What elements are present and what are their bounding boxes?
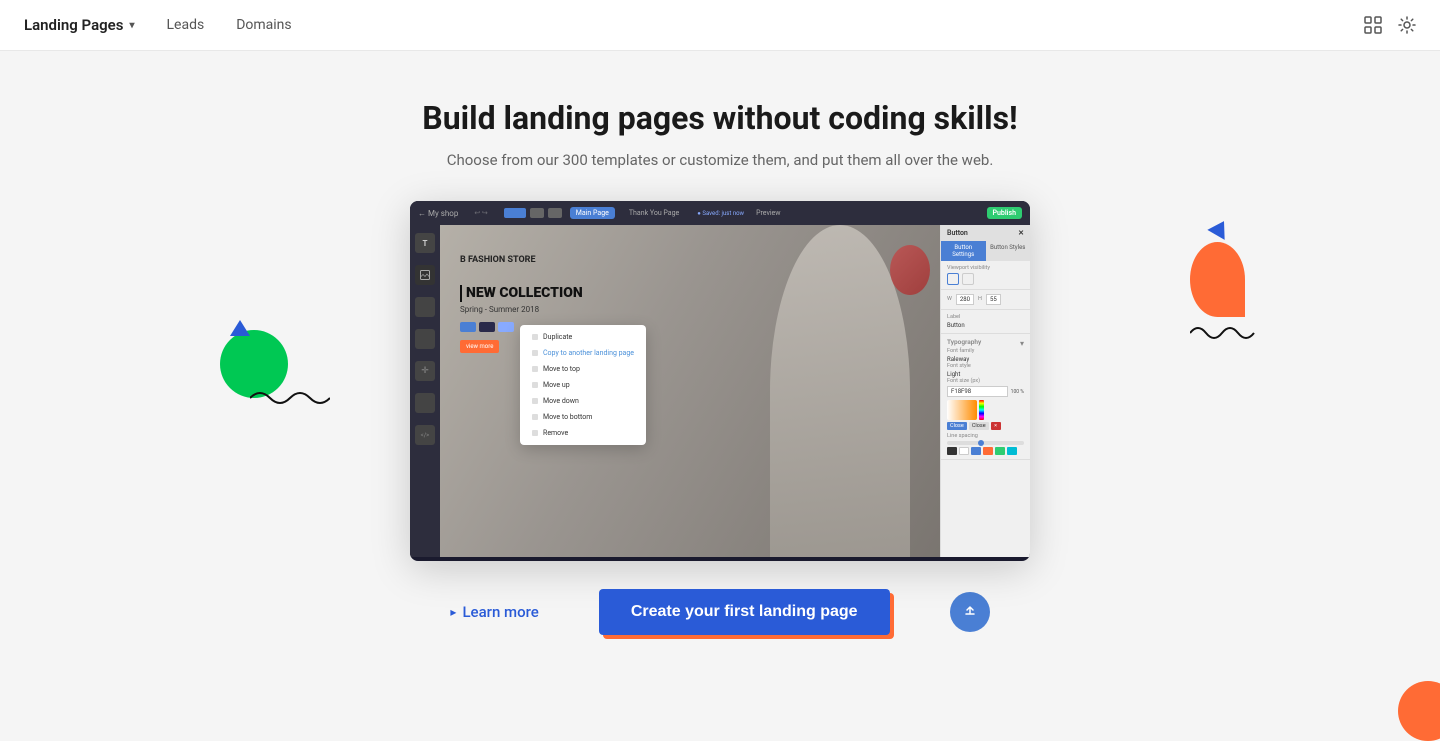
learn-more-link[interactable]: ▸ Learn more bbox=[450, 603, 538, 621]
main-page-tab[interactable]: Main Page bbox=[570, 207, 615, 219]
right-panel: Button ✕ Button Settings Button Styles V… bbox=[940, 225, 1030, 557]
brand-logo: B FASHION STORE bbox=[460, 255, 583, 265]
color-swatch-orange[interactable] bbox=[983, 447, 993, 455]
nav-brand[interactable]: Landing Pages ▾ bbox=[24, 16, 134, 34]
context-menu: Duplicate Copy to another landing page M… bbox=[520, 325, 646, 445]
bottom-actions: ▸ Learn more Create your first landing p… bbox=[450, 589, 989, 635]
toolbar-code[interactable]: </> bbox=[415, 425, 435, 445]
nav-link-leads[interactable]: Leads bbox=[166, 17, 204, 33]
editor-area: T ✛ </> bbox=[410, 225, 1030, 557]
label-section: Label Button bbox=[941, 310, 1030, 334]
bottom-right-circle-deco bbox=[1398, 681, 1440, 741]
nav-left: Landing Pages ▾ Leads Domains bbox=[24, 16, 292, 34]
context-duplicate[interactable]: Duplicate bbox=[520, 329, 646, 345]
height-input[interactable]: 55 bbox=[986, 294, 1001, 305]
context-move-bottom[interactable]: Move to bottom bbox=[520, 409, 646, 425]
create-landing-page-button[interactable]: Create your first landing page bbox=[599, 589, 890, 635]
toolbar-button[interactable] bbox=[415, 329, 435, 349]
nav-link-domains[interactable]: Domains bbox=[236, 17, 291, 33]
navbar: Landing Pages ▾ Leads Domains bbox=[0, 0, 1440, 51]
collection-title: NEW COLLECTION bbox=[460, 285, 583, 302]
publish-button[interactable]: Publish bbox=[987, 207, 1022, 219]
woman-figure bbox=[770, 225, 910, 557]
panel-close-icon[interactable]: ✕ bbox=[1018, 229, 1024, 237]
color-swatch-white[interactable] bbox=[959, 447, 969, 455]
viewport-section: Viewport visibility bbox=[941, 261, 1030, 290]
left-toolbar: T ✛ </> bbox=[410, 225, 440, 557]
panel-title: Button bbox=[947, 229, 968, 237]
settings-icon-button[interactable] bbox=[1398, 16, 1416, 34]
fashion-bg: B FASHION STORE NEW COLLECTION Spring - … bbox=[440, 225, 940, 557]
close-btn-1[interactable]: Close bbox=[947, 422, 967, 430]
font-size-input[interactable]: F18F98 bbox=[947, 386, 1008, 397]
toolbar-image[interactable] bbox=[415, 265, 435, 285]
button-settings-tab[interactable]: Button Settings bbox=[941, 241, 986, 261]
collection-season: Spring - Summer 2018 bbox=[460, 305, 583, 314]
color-dark[interactable] bbox=[479, 322, 495, 332]
flowers bbox=[890, 245, 930, 295]
viewport-desktop[interactable] bbox=[947, 273, 959, 285]
panel-tabs: Button Settings Button Styles bbox=[941, 241, 1030, 261]
button-styles-tab[interactable]: Button Styles bbox=[986, 241, 1031, 261]
context-move-down[interactable]: Move down bbox=[520, 393, 646, 409]
color-swatch-blue[interactable] bbox=[971, 447, 981, 455]
upload-button[interactable] bbox=[950, 592, 990, 632]
squiggle-right-icon bbox=[1190, 323, 1260, 343]
toolbar-move[interactable]: ✛ bbox=[415, 361, 435, 381]
context-move-top[interactable]: Move to top bbox=[520, 361, 646, 377]
editor-top-bar: ← My shop ↩ ↪ Main Page Thank You Page ●… bbox=[410, 201, 1030, 225]
toolbar-section[interactable] bbox=[415, 297, 435, 317]
arrow-left-icon: ▸ bbox=[450, 605, 456, 619]
brand-label: Landing Pages bbox=[24, 16, 123, 34]
learn-more-label: Learn more bbox=[462, 603, 538, 621]
delete-btn[interactable]: × bbox=[991, 422, 1001, 430]
color-swatch-dark[interactable] bbox=[947, 447, 957, 455]
mockup-frame: ← My shop ↩ ↪ Main Page Thank You Page ●… bbox=[410, 201, 1030, 561]
close-btn-2[interactable]: Close bbox=[969, 422, 989, 430]
color-swatch-cyan[interactable] bbox=[1007, 447, 1017, 455]
line-spacing-slider[interactable] bbox=[947, 441, 1024, 445]
triangle-right-icon bbox=[1207, 216, 1232, 240]
orange-shape-deco bbox=[1190, 242, 1245, 317]
panel-header: Button ✕ bbox=[941, 225, 1030, 241]
color-blue[interactable] bbox=[460, 322, 476, 332]
dimensions-section: W 280 H 55 bbox=[941, 290, 1030, 310]
squiggle-left-icon bbox=[250, 388, 330, 408]
hero-title: Build landing pages without coding skill… bbox=[422, 99, 1017, 137]
chevron-down-icon[interactable]: ▾ bbox=[1020, 339, 1024, 348]
deco-right bbox=[1190, 220, 1260, 347]
width-input[interactable]: 280 bbox=[956, 294, 974, 305]
preview-label: Preview bbox=[756, 209, 780, 217]
context-move-up[interactable]: Move up bbox=[520, 377, 646, 393]
nav-right bbox=[1364, 16, 1416, 34]
deco-left bbox=[220, 330, 288, 398]
context-copy[interactable]: Copy to another landing page bbox=[520, 345, 646, 361]
grid-icon bbox=[1364, 16, 1382, 34]
create-button-label: Create your first landing page bbox=[631, 603, 858, 620]
typography-section: Typography ▾ Font family Raleway Font st… bbox=[941, 334, 1030, 460]
mockup-container: ← My shop ↩ ↪ Main Page Thank You Page ●… bbox=[410, 201, 1030, 561]
color-swatch-green[interactable] bbox=[995, 447, 1005, 455]
hero-subtitle: Choose from our 300 templates or customi… bbox=[447, 151, 994, 169]
color-bar[interactable] bbox=[979, 400, 984, 420]
triangle-left-icon bbox=[230, 320, 250, 336]
percent-label: 100 % bbox=[1011, 389, 1024, 395]
toolbar-text[interactable]: T bbox=[415, 233, 435, 253]
thank-you-tab[interactable]: Thank You Page bbox=[623, 207, 685, 219]
editor-back: ← My shop bbox=[418, 209, 458, 218]
view-more-button[interactable]: view more bbox=[460, 340, 499, 353]
chevron-down-icon: ▾ bbox=[129, 20, 134, 31]
canvas-area[interactable]: B FASHION STORE NEW COLLECTION Spring - … bbox=[440, 225, 940, 557]
viewport-mobile[interactable] bbox=[962, 273, 974, 285]
color-gradient-picker[interactable] bbox=[947, 400, 977, 420]
color-light[interactable] bbox=[498, 322, 514, 332]
toolbar-resize[interactable] bbox=[415, 393, 435, 413]
grid-icon-button[interactable] bbox=[1364, 16, 1382, 34]
context-remove[interactable]: Remove bbox=[520, 425, 646, 441]
upload-icon bbox=[960, 600, 980, 625]
gear-icon bbox=[1398, 16, 1416, 34]
